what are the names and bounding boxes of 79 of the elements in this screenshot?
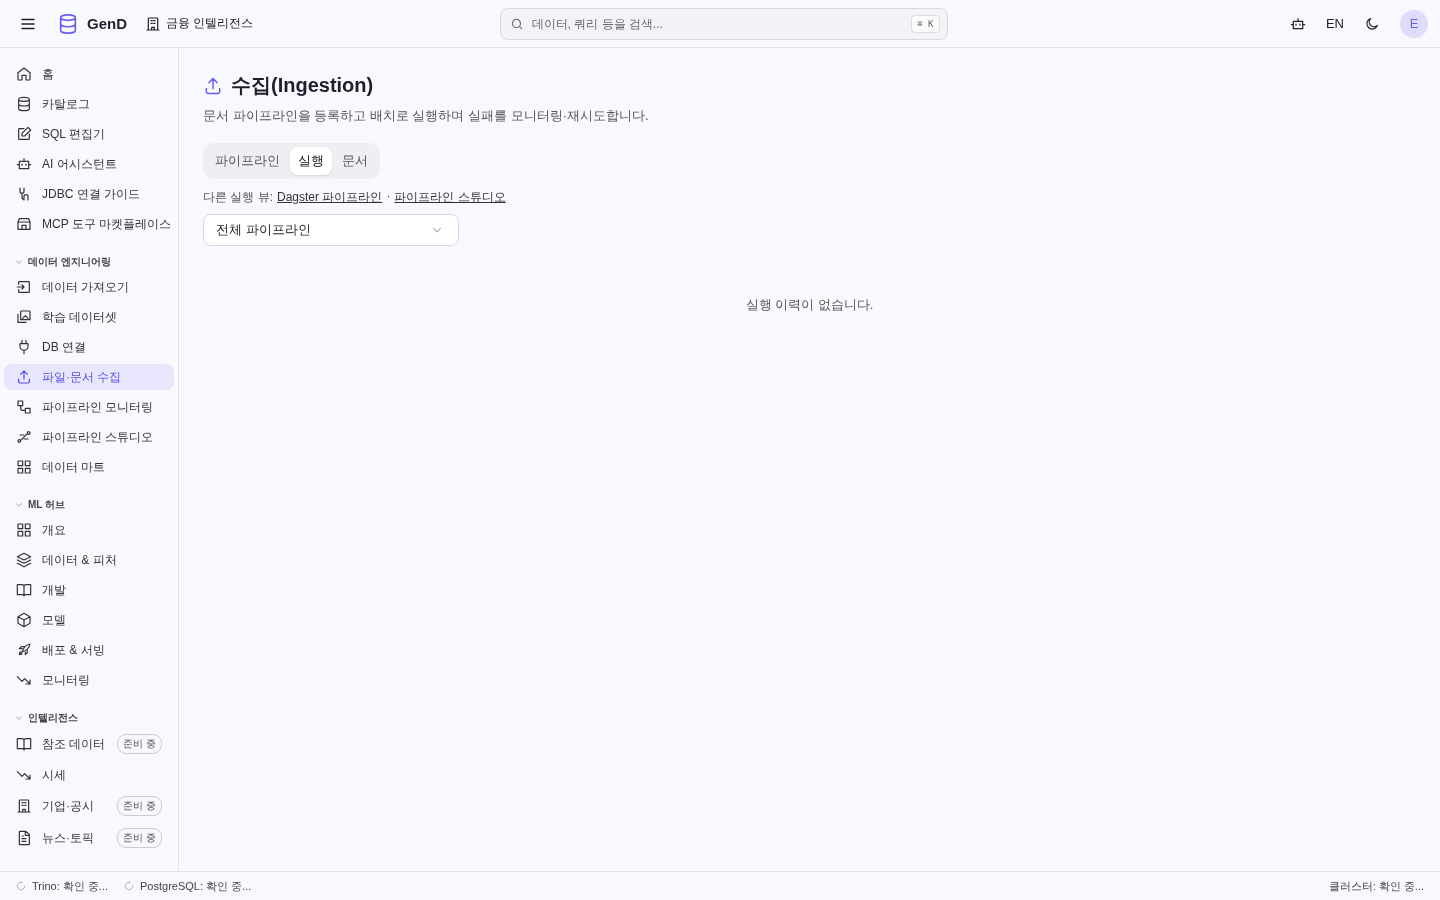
building-icon — [145, 15, 161, 32]
search-icon — [509, 16, 524, 31]
brand-name: GenD — [87, 15, 127, 32]
moon-icon[interactable] — [1364, 15, 1380, 32]
empty-message: 실행 이력이 없습니다. — [744, 296, 875, 314]
sidebar-item[interactable]: 모델 — [4, 607, 174, 633]
loading-icon — [124, 881, 134, 891]
sidebar-item[interactable]: 배포 & 서빙 — [4, 637, 174, 663]
sidebar-item[interactable]: 데이터 마트 — [4, 454, 174, 480]
box-icon — [16, 612, 32, 628]
section-header[interactable]: 인텔리전스 — [4, 697, 174, 730]
workspace-button[interactable]: 금융 인텔리전스 — [145, 15, 254, 32]
route-icon — [16, 429, 32, 445]
database-logo-icon — [57, 12, 79, 35]
sidebar-item[interactable]: 파이프라인 모니터링 — [4, 394, 174, 420]
sidebar-item[interactable]: 홈 — [4, 61, 174, 87]
link[interactable]: Dagster 파이프라인 — [277, 189, 383, 206]
sidebar-item[interactable]: 카탈로그 — [4, 91, 174, 117]
status-text: Trino: 확인 중... — [32, 878, 108, 894]
language-button[interactable]: EN — [1325, 16, 1344, 31]
page-description: 문서 파이프라인을 등록하고 배치로 실행하며 실패를 모니터링·재시도합니다. — [203, 107, 650, 125]
robot-icon — [16, 156, 32, 172]
image-icon — [16, 309, 32, 325]
status-text: PostgreSQL: 확인 중... — [140, 878, 252, 894]
section-header[interactable]: 데이터 엔지니어링 — [4, 241, 174, 274]
edit-icon — [16, 126, 32, 142]
sidebar-item[interactable]: 학습 데이터셋 — [4, 304, 174, 330]
sidebar-item[interactable]: 개발 — [4, 577, 174, 603]
document-icon — [16, 830, 32, 846]
rocket-icon — [16, 642, 32, 658]
sidebar-item[interactable]: 데이터 & 피처 — [4, 547, 174, 573]
grid-icon — [16, 522, 32, 538]
loading-icon — [16, 881, 26, 891]
chevron-icon — [14, 257, 24, 267]
home-icon — [16, 66, 32, 82]
link[interactable]: 파이프라인 스튜디오 — [394, 189, 506, 206]
book-icon — [16, 582, 32, 598]
sidebar-item[interactable]: 시세 — [4, 762, 174, 788]
sidebar-item[interactable]: AI 어시스턴트 — [4, 151, 174, 177]
pipeline-select[interactable]: 전체 파이프라인 — [203, 214, 459, 246]
sidebar-item[interactable]: 뉴스·토픽 준비 중 — [4, 824, 174, 852]
sidebar-item[interactable]: 모니터링 — [4, 667, 174, 693]
upload-icon — [16, 369, 32, 385]
sidebar-item[interactable]: 기업·공시 준비 중 — [4, 792, 174, 820]
plug-icon — [16, 339, 32, 355]
chevron-icon — [14, 713, 24, 723]
tab[interactable]: 문서 — [334, 147, 376, 175]
sidebar-item[interactable]: 개요 — [4, 517, 174, 543]
layers-icon — [16, 552, 32, 568]
status-text: 클러스터: 확인 중... — [1328, 878, 1424, 894]
sidebar-item[interactable]: 파일·문서 수집 — [4, 364, 174, 390]
upload-icon — [203, 75, 223, 96]
chevron-icon — [14, 500, 24, 510]
building-icon — [16, 798, 32, 814]
separator: · — [386, 189, 391, 205]
database-icon — [16, 96, 32, 112]
book-icon — [16, 736, 32, 752]
robot-icon[interactable] — [1289, 15, 1306, 32]
sidebar-item[interactable]: 파이프라인 스튜디오 — [4, 424, 174, 450]
sidebar-item[interactable]: SQL 편집기 — [4, 121, 174, 147]
page-title: 수집(Ingestion) — [231, 73, 374, 98]
status-badge: 준비 중 — [117, 796, 162, 816]
sidebar-item[interactable]: MCP 도구 마켓플레이스 — [4, 211, 174, 237]
sidebar-item[interactable]: 참조 데이터 준비 중 — [4, 730, 174, 758]
sidebar-item[interactable]: JDBC 연결 가이드 — [4, 181, 174, 207]
sidebar-item[interactable]: DB 연결 — [4, 334, 174, 360]
alt-views-label: 다른 실행 뷰: — [203, 189, 273, 206]
workflow-icon — [16, 399, 32, 415]
section-header[interactable]: ML 허브 — [4, 484, 174, 517]
store-icon — [16, 216, 32, 232]
tab[interactable]: 파이프라인 — [207, 147, 288, 175]
cable-icon — [16, 186, 32, 202]
tab[interactable]: 실행 — [290, 147, 332, 175]
status-badge: 준비 중 — [117, 828, 162, 848]
status-badge: 준비 중 — [117, 734, 162, 754]
grid-icon — [16, 459, 32, 475]
sidebar-item[interactable]: 데이터 가져오기 — [4, 274, 174, 300]
import-icon — [16, 279, 32, 295]
avatar[interactable]: E — [1400, 9, 1428, 38]
